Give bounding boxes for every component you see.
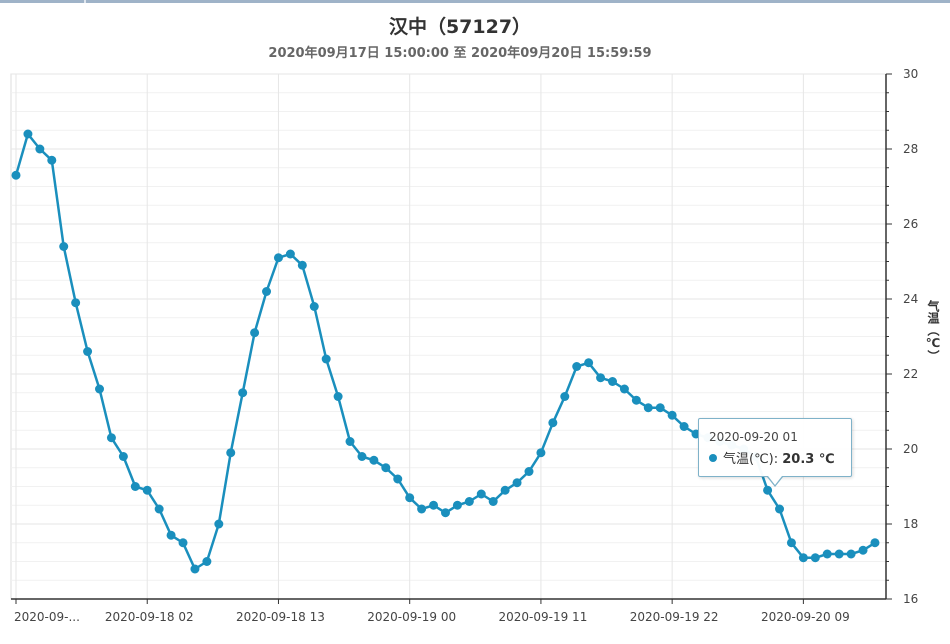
data-point bbox=[238, 388, 248, 398]
data-point bbox=[369, 455, 379, 465]
data-point bbox=[11, 170, 21, 180]
x-tick-label: 2020-09-19 00 bbox=[367, 610, 456, 624]
data-point bbox=[822, 549, 832, 559]
data-point bbox=[786, 538, 796, 548]
data-point bbox=[548, 418, 558, 428]
data-point bbox=[488, 497, 498, 506]
tooltip-series-dot bbox=[709, 454, 717, 462]
data-tooltip: 2020-09-20 01 气温(℃): 20.3 ℃ bbox=[698, 418, 852, 487]
data-point bbox=[846, 549, 856, 559]
data-point bbox=[500, 485, 510, 495]
data-point bbox=[631, 395, 641, 405]
data-point bbox=[71, 298, 81, 308]
data-point bbox=[417, 504, 427, 514]
data-point bbox=[142, 485, 152, 495]
data-point bbox=[59, 242, 69, 251]
data-point bbox=[309, 302, 319, 311]
data-point bbox=[273, 253, 283, 263]
data-point bbox=[584, 358, 594, 368]
data-point bbox=[798, 553, 808, 563]
data-point bbox=[870, 538, 880, 548]
data-point bbox=[297, 260, 307, 270]
data-point bbox=[106, 433, 116, 443]
data-point bbox=[130, 482, 140, 491]
data-point bbox=[643, 403, 653, 413]
x-tick-label: 2020-09-19 22 bbox=[630, 610, 719, 624]
data-point bbox=[35, 144, 45, 154]
y-tick-label: 26 bbox=[903, 217, 918, 231]
data-point bbox=[321, 354, 331, 364]
data-point bbox=[834, 549, 844, 559]
data-point bbox=[560, 392, 570, 401]
data-point bbox=[47, 155, 57, 165]
data-point bbox=[596, 373, 606, 383]
data-point bbox=[512, 478, 522, 488]
x-tick-label: 2020-09-18 13 bbox=[236, 610, 325, 624]
x-tick-label: 2020-09-20 09 bbox=[761, 610, 850, 624]
data-point bbox=[154, 504, 164, 514]
data-point bbox=[345, 437, 355, 446]
data-point bbox=[452, 500, 462, 510]
data-point bbox=[763, 485, 773, 495]
data-point bbox=[226, 448, 236, 458]
data-point bbox=[655, 403, 665, 413]
x-tick-label: 2020-09-18 02 bbox=[105, 610, 194, 624]
y-tick-label: 30 bbox=[903, 67, 918, 81]
data-point bbox=[440, 508, 450, 518]
data-point bbox=[810, 553, 820, 563]
tooltip-date: 2020-09-20 01 bbox=[709, 430, 798, 444]
data-point bbox=[285, 249, 295, 259]
data-point bbox=[572, 362, 582, 371]
x-tick-label: 2020-09-19 11 bbox=[499, 610, 588, 624]
data-point bbox=[393, 474, 403, 484]
data-point bbox=[608, 377, 617, 386]
data-point bbox=[250, 328, 260, 338]
data-point bbox=[202, 557, 212, 566]
y-axis-label: 气温（℃） bbox=[926, 300, 940, 362]
data-point bbox=[95, 384, 105, 394]
data-point bbox=[679, 422, 689, 431]
line-chart: 16 18 20 22 24 26 28 30 2020-09-... 2020-09-18 02… bbox=[10, 67, 918, 624]
data-point bbox=[775, 504, 785, 514]
y-tick-label: 20 bbox=[903, 442, 918, 456]
data-point bbox=[166, 530, 176, 540]
data-point bbox=[667, 410, 677, 420]
data-point bbox=[178, 538, 188, 548]
tooltip-pointer-fill bbox=[768, 476, 782, 485]
data-point bbox=[524, 467, 534, 476]
data-point bbox=[536, 448, 546, 458]
data-point bbox=[619, 384, 629, 394]
y-tick-label: 28 bbox=[903, 142, 918, 156]
y-tick-label: 24 bbox=[903, 292, 918, 306]
data-point bbox=[333, 392, 343, 401]
x-tick-label: 2020-09-... bbox=[14, 610, 80, 624]
data-point bbox=[118, 452, 128, 461]
data-point bbox=[214, 519, 224, 529]
data-point bbox=[858, 545, 868, 555]
data-point bbox=[476, 489, 486, 499]
tooltip-series-label: 气温(℃): bbox=[723, 452, 779, 467]
y-tick-label: 18 bbox=[903, 517, 918, 531]
y-tick-label: 16 bbox=[903, 592, 918, 606]
y-tick-label: 22 bbox=[903, 367, 918, 381]
data-point bbox=[381, 463, 391, 473]
tooltip-row: 气温(℃): 20.3 ℃ bbox=[709, 448, 835, 467]
data-point bbox=[23, 129, 33, 139]
data-point bbox=[405, 493, 415, 503]
data-point bbox=[464, 497, 474, 506]
data-point bbox=[190, 564, 200, 574]
data-point bbox=[429, 500, 439, 510]
data-point bbox=[262, 287, 272, 296]
data-point bbox=[357, 452, 367, 461]
data-point bbox=[83, 347, 93, 356]
tooltip-value: 20.3 ℃ bbox=[782, 452, 835, 467]
